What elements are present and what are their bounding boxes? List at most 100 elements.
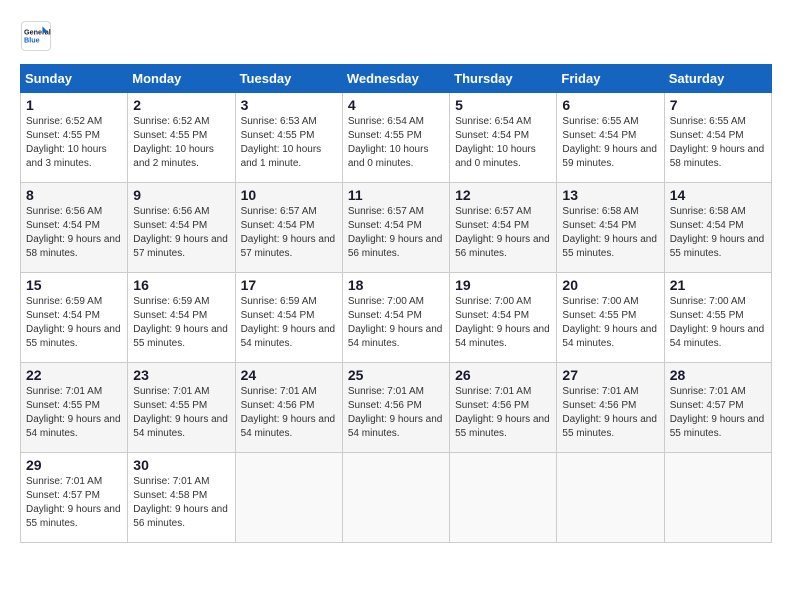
calendar-cell bbox=[235, 453, 342, 543]
calendar-week-row: 15 Sunrise: 6:59 AM Sunset: 4:54 PM Dayl… bbox=[21, 273, 772, 363]
day-detail: Sunrise: 6:57 AM Sunset: 4:54 PM Dayligh… bbox=[241, 205, 337, 261]
logo-icon: General Blue bbox=[20, 20, 52, 52]
day-detail: Sunrise: 7:01 AM Sunset: 4:56 PM Dayligh… bbox=[241, 385, 337, 441]
day-detail: Sunrise: 7:01 AM Sunset: 4:55 PM Dayligh… bbox=[26, 385, 122, 441]
calendar-week-row: 29 Sunrise: 7:01 AM Sunset: 4:57 PM Dayl… bbox=[21, 453, 772, 543]
calendar-cell: 10 Sunrise: 6:57 AM Sunset: 4:54 PM Dayl… bbox=[235, 183, 342, 273]
day-detail: Sunrise: 6:58 AM Sunset: 4:54 PM Dayligh… bbox=[670, 205, 766, 261]
calendar-cell: 19 Sunrise: 7:00 AM Sunset: 4:54 PM Dayl… bbox=[450, 273, 557, 363]
calendar-cell: 14 Sunrise: 6:58 AM Sunset: 4:54 PM Dayl… bbox=[664, 183, 771, 273]
day-detail: Sunrise: 6:54 AM Sunset: 4:54 PM Dayligh… bbox=[455, 115, 551, 171]
calendar-cell: 12 Sunrise: 6:57 AM Sunset: 4:54 PM Dayl… bbox=[450, 183, 557, 273]
day-number: 5 bbox=[455, 97, 551, 113]
day-number: 27 bbox=[562, 367, 658, 383]
day-number: 1 bbox=[26, 97, 122, 113]
calendar-cell: 18 Sunrise: 7:00 AM Sunset: 4:54 PM Dayl… bbox=[342, 273, 449, 363]
day-number: 10 bbox=[241, 187, 337, 203]
day-detail: Sunrise: 6:59 AM Sunset: 4:54 PM Dayligh… bbox=[133, 295, 229, 351]
calendar-cell bbox=[557, 453, 664, 543]
day-detail: Sunrise: 6:56 AM Sunset: 4:54 PM Dayligh… bbox=[26, 205, 122, 261]
calendar-cell: 8 Sunrise: 6:56 AM Sunset: 4:54 PM Dayli… bbox=[21, 183, 128, 273]
day-number: 8 bbox=[26, 187, 122, 203]
calendar-cell: 1 Sunrise: 6:52 AM Sunset: 4:55 PM Dayli… bbox=[21, 93, 128, 183]
calendar-cell: 28 Sunrise: 7:01 AM Sunset: 4:57 PM Dayl… bbox=[664, 363, 771, 453]
calendar-cell: 17 Sunrise: 6:59 AM Sunset: 4:54 PM Dayl… bbox=[235, 273, 342, 363]
calendar-cell: 9 Sunrise: 6:56 AM Sunset: 4:54 PM Dayli… bbox=[128, 183, 235, 273]
day-detail: Sunrise: 7:01 AM Sunset: 4:58 PM Dayligh… bbox=[133, 475, 229, 531]
day-detail: Sunrise: 6:59 AM Sunset: 4:54 PM Dayligh… bbox=[241, 295, 337, 351]
calendar-cell: 26 Sunrise: 7:01 AM Sunset: 4:56 PM Dayl… bbox=[450, 363, 557, 453]
weekday-header-saturday: Saturday bbox=[664, 65, 771, 93]
day-number: 18 bbox=[348, 277, 444, 293]
calendar-cell: 23 Sunrise: 7:01 AM Sunset: 4:55 PM Dayl… bbox=[128, 363, 235, 453]
day-detail: Sunrise: 7:01 AM Sunset: 4:56 PM Dayligh… bbox=[562, 385, 658, 441]
calendar-cell bbox=[450, 453, 557, 543]
calendar-cell: 11 Sunrise: 6:57 AM Sunset: 4:54 PM Dayl… bbox=[342, 183, 449, 273]
calendar-cell: 7 Sunrise: 6:55 AM Sunset: 4:54 PM Dayli… bbox=[664, 93, 771, 183]
weekday-header-sunday: Sunday bbox=[21, 65, 128, 93]
weekday-header-thursday: Thursday bbox=[450, 65, 557, 93]
calendar-cell: 16 Sunrise: 6:59 AM Sunset: 4:54 PM Dayl… bbox=[128, 273, 235, 363]
calendar-week-row: 22 Sunrise: 7:01 AM Sunset: 4:55 PM Dayl… bbox=[21, 363, 772, 453]
calendar-cell: 15 Sunrise: 6:59 AM Sunset: 4:54 PM Dayl… bbox=[21, 273, 128, 363]
day-number: 15 bbox=[26, 277, 122, 293]
day-number: 2 bbox=[133, 97, 229, 113]
weekday-header-monday: Monday bbox=[128, 65, 235, 93]
calendar-cell: 2 Sunrise: 6:52 AM Sunset: 4:55 PM Dayli… bbox=[128, 93, 235, 183]
day-detail: Sunrise: 6:54 AM Sunset: 4:55 PM Dayligh… bbox=[348, 115, 444, 171]
calendar-cell: 25 Sunrise: 7:01 AM Sunset: 4:56 PM Dayl… bbox=[342, 363, 449, 453]
day-number: 14 bbox=[670, 187, 766, 203]
day-number: 24 bbox=[241, 367, 337, 383]
day-detail: Sunrise: 6:55 AM Sunset: 4:54 PM Dayligh… bbox=[670, 115, 766, 171]
calendar-cell: 21 Sunrise: 7:00 AM Sunset: 4:55 PM Dayl… bbox=[664, 273, 771, 363]
day-number: 19 bbox=[455, 277, 551, 293]
weekday-header-tuesday: Tuesday bbox=[235, 65, 342, 93]
day-detail: Sunrise: 6:57 AM Sunset: 4:54 PM Dayligh… bbox=[348, 205, 444, 261]
calendar-cell: 27 Sunrise: 7:01 AM Sunset: 4:56 PM Dayl… bbox=[557, 363, 664, 453]
day-detail: Sunrise: 6:53 AM Sunset: 4:55 PM Dayligh… bbox=[241, 115, 337, 171]
day-detail: Sunrise: 7:01 AM Sunset: 4:56 PM Dayligh… bbox=[348, 385, 444, 441]
day-number: 6 bbox=[562, 97, 658, 113]
day-number: 25 bbox=[348, 367, 444, 383]
day-detail: Sunrise: 6:57 AM Sunset: 4:54 PM Dayligh… bbox=[455, 205, 551, 261]
calendar-cell: 30 Sunrise: 7:01 AM Sunset: 4:58 PM Dayl… bbox=[128, 453, 235, 543]
logo: General Blue bbox=[20, 20, 56, 52]
calendar-cell: 13 Sunrise: 6:58 AM Sunset: 4:54 PM Dayl… bbox=[557, 183, 664, 273]
day-detail: Sunrise: 7:00 AM Sunset: 4:54 PM Dayligh… bbox=[455, 295, 551, 351]
day-detail: Sunrise: 6:59 AM Sunset: 4:54 PM Dayligh… bbox=[26, 295, 122, 351]
weekday-header-wednesday: Wednesday bbox=[342, 65, 449, 93]
day-number: 20 bbox=[562, 277, 658, 293]
day-number: 7 bbox=[670, 97, 766, 113]
calendar-cell: 24 Sunrise: 7:01 AM Sunset: 4:56 PM Dayl… bbox=[235, 363, 342, 453]
calendar-cell: 20 Sunrise: 7:00 AM Sunset: 4:55 PM Dayl… bbox=[557, 273, 664, 363]
day-detail: Sunrise: 6:58 AM Sunset: 4:54 PM Dayligh… bbox=[562, 205, 658, 261]
day-detail: Sunrise: 7:01 AM Sunset: 4:55 PM Dayligh… bbox=[133, 385, 229, 441]
day-number: 11 bbox=[348, 187, 444, 203]
calendar-cell: 6 Sunrise: 6:55 AM Sunset: 4:54 PM Dayli… bbox=[557, 93, 664, 183]
day-number: 23 bbox=[133, 367, 229, 383]
calendar-cell: 4 Sunrise: 6:54 AM Sunset: 4:55 PM Dayli… bbox=[342, 93, 449, 183]
calendar-table: SundayMondayTuesdayWednesdayThursdayFrid… bbox=[20, 64, 772, 543]
calendar-cell: 29 Sunrise: 7:01 AM Sunset: 4:57 PM Dayl… bbox=[21, 453, 128, 543]
weekday-header-row: SundayMondayTuesdayWednesdayThursdayFrid… bbox=[21, 65, 772, 93]
day-detail: Sunrise: 7:00 AM Sunset: 4:55 PM Dayligh… bbox=[670, 295, 766, 351]
day-detail: Sunrise: 7:00 AM Sunset: 4:54 PM Dayligh… bbox=[348, 295, 444, 351]
day-detail: Sunrise: 6:52 AM Sunset: 4:55 PM Dayligh… bbox=[26, 115, 122, 171]
day-number: 9 bbox=[133, 187, 229, 203]
day-number: 4 bbox=[348, 97, 444, 113]
calendar-cell bbox=[664, 453, 771, 543]
calendar-cell: 22 Sunrise: 7:01 AM Sunset: 4:55 PM Dayl… bbox=[21, 363, 128, 453]
page-header: General Blue bbox=[20, 20, 772, 52]
calendar-cell bbox=[342, 453, 449, 543]
day-number: 3 bbox=[241, 97, 337, 113]
day-number: 28 bbox=[670, 367, 766, 383]
day-number: 29 bbox=[26, 457, 122, 473]
day-detail: Sunrise: 7:01 AM Sunset: 4:57 PM Dayligh… bbox=[26, 475, 122, 531]
calendar-week-row: 1 Sunrise: 6:52 AM Sunset: 4:55 PM Dayli… bbox=[21, 93, 772, 183]
weekday-header-friday: Friday bbox=[557, 65, 664, 93]
day-number: 16 bbox=[133, 277, 229, 293]
day-number: 21 bbox=[670, 277, 766, 293]
day-detail: Sunrise: 6:56 AM Sunset: 4:54 PM Dayligh… bbox=[133, 205, 229, 261]
calendar-cell: 5 Sunrise: 6:54 AM Sunset: 4:54 PM Dayli… bbox=[450, 93, 557, 183]
day-number: 30 bbox=[133, 457, 229, 473]
